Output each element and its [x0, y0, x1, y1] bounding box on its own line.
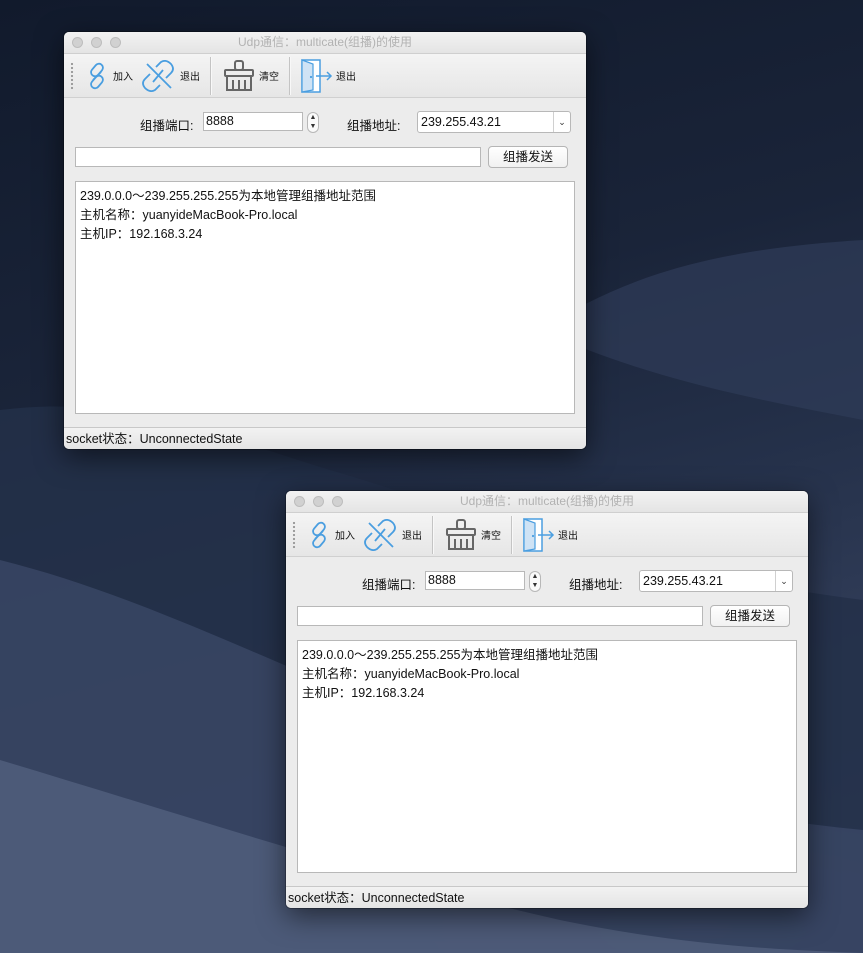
clear-button[interactable]: 清空 — [440, 513, 505, 556]
toolbar: 加入 退出 清空 退出 — [64, 54, 586, 98]
log-line: 主机IP：192.168.3.24 — [302, 686, 425, 700]
minimize-button[interactable] — [91, 37, 102, 48]
log-line: 239.0.0.0～239.255.255.255为本地管理组播地址范围 — [80, 189, 376, 203]
join-button[interactable]: 加入 — [80, 54, 137, 97]
status-bar: socket状态：UnconnectedState — [286, 886, 808, 908]
title-bar[interactable]: Udp通信：multicate(组播)的使用 — [286, 491, 808, 513]
port-label: 组播端口: — [140, 119, 194, 133]
log-line: 主机名称：yuanyideMacBook-Pro.local — [302, 667, 520, 681]
stepper-up-icon[interactable]: ▲ — [530, 572, 540, 581]
link-icon — [90, 62, 104, 89]
window-title: Udp通信：multicate(组播)的使用 — [459, 494, 635, 508]
exit-door-icon — [523, 517, 555, 552]
address-label: 组播地址: — [347, 119, 401, 133]
exit-door-icon — [301, 58, 333, 93]
exit-label: 退出 — [558, 531, 578, 542]
address-select[interactable]: 239.255.43.21 ⌄ — [639, 570, 793, 592]
app-window: Udp通信：multicate(组播)的使用 加入 退出 清空 退出 组播端口:… — [64, 32, 586, 449]
clear-label: 清空 — [481, 531, 501, 542]
message-input[interactable] — [75, 147, 481, 167]
address-value: 239.255.43.21 — [643, 574, 723, 588]
zoom-button[interactable] — [332, 496, 343, 507]
log-line: 主机IP：192.168.3.24 — [80, 227, 203, 241]
toolbar-separator — [210, 56, 212, 95]
broom-icon — [446, 518, 476, 550]
chevron-down-icon[interactable]: ⌄ — [775, 571, 792, 591]
leave-button[interactable]: 退出 — [137, 54, 204, 97]
close-button[interactable] — [72, 37, 83, 48]
toolbar-separator — [511, 515, 513, 554]
port-input[interactable]: 8888 — [203, 112, 303, 131]
leave-label: 退出 — [402, 531, 422, 542]
exit-button[interactable]: 退出 — [519, 513, 582, 556]
toolbar-grip[interactable] — [292, 520, 296, 549]
stepper-up-icon[interactable]: ▲ — [308, 113, 318, 122]
toolbar-separator — [289, 56, 291, 95]
unlink-icon — [142, 59, 174, 92]
port-stepper[interactable]: ▲ ▼ — [307, 112, 319, 133]
window-title: Udp通信：multicate(组播)的使用 — [237, 35, 413, 49]
log-line: 主机名称：yuanyideMacBook-Pro.local — [80, 208, 298, 222]
status-text: socket状态：UnconnectedState — [66, 432, 243, 446]
leave-label: 退出 — [180, 72, 200, 83]
chevron-down-icon[interactable]: ⌄ — [553, 112, 570, 132]
status-bar: socket状态：UnconnectedState — [64, 427, 586, 449]
toolbar-grip[interactable] — [70, 61, 74, 90]
exit-button[interactable]: 退出 — [297, 54, 360, 97]
join-label: 加入 — [113, 72, 133, 83]
status-text: socket状态：UnconnectedState — [288, 891, 465, 905]
exit-label: 退出 — [336, 72, 356, 83]
toolbar: 加入 退出 清空 退出 — [286, 513, 808, 557]
join-button[interactable]: 加入 — [302, 513, 359, 556]
log-textarea[interactable]: 239.0.0.0～239.255.255.255为本地管理组播地址范围 主机名… — [75, 181, 575, 414]
port-input[interactable]: 8888 — [425, 571, 525, 590]
unlink-icon — [364, 518, 396, 551]
address-select[interactable]: 239.255.43.21 ⌄ — [417, 111, 571, 133]
clear-button[interactable]: 清空 — [218, 54, 283, 97]
stepper-down-icon[interactable]: ▼ — [308, 122, 318, 131]
port-label: 组播端口: — [362, 578, 416, 592]
broom-icon — [224, 59, 254, 91]
join-label: 加入 — [335, 531, 355, 542]
close-button[interactable] — [294, 496, 305, 507]
toolbar-separator — [432, 515, 434, 554]
send-button[interactable]: 组播发送 — [710, 605, 790, 627]
title-bar[interactable]: Udp通信：multicate(组播)的使用 — [64, 32, 586, 54]
send-button[interactable]: 组播发送 — [488, 146, 568, 168]
stepper-down-icon[interactable]: ▼ — [530, 581, 540, 590]
leave-button[interactable]: 退出 — [359, 513, 426, 556]
app-window: Udp通信：multicate(组播)的使用 加入 退出 清空 退出 组播端口:… — [286, 491, 808, 908]
zoom-button[interactable] — [110, 37, 121, 48]
port-stepper[interactable]: ▲ ▼ — [529, 571, 541, 592]
address-label: 组播地址: — [569, 578, 623, 592]
message-input[interactable] — [297, 606, 703, 626]
log-line: 239.0.0.0～239.255.255.255为本地管理组播地址范围 — [302, 648, 598, 662]
clear-label: 清空 — [259, 72, 279, 83]
link-icon — [312, 521, 326, 548]
address-value: 239.255.43.21 — [421, 115, 501, 129]
log-textarea[interactable]: 239.0.0.0～239.255.255.255为本地管理组播地址范围 主机名… — [297, 640, 797, 873]
minimize-button[interactable] — [313, 496, 324, 507]
